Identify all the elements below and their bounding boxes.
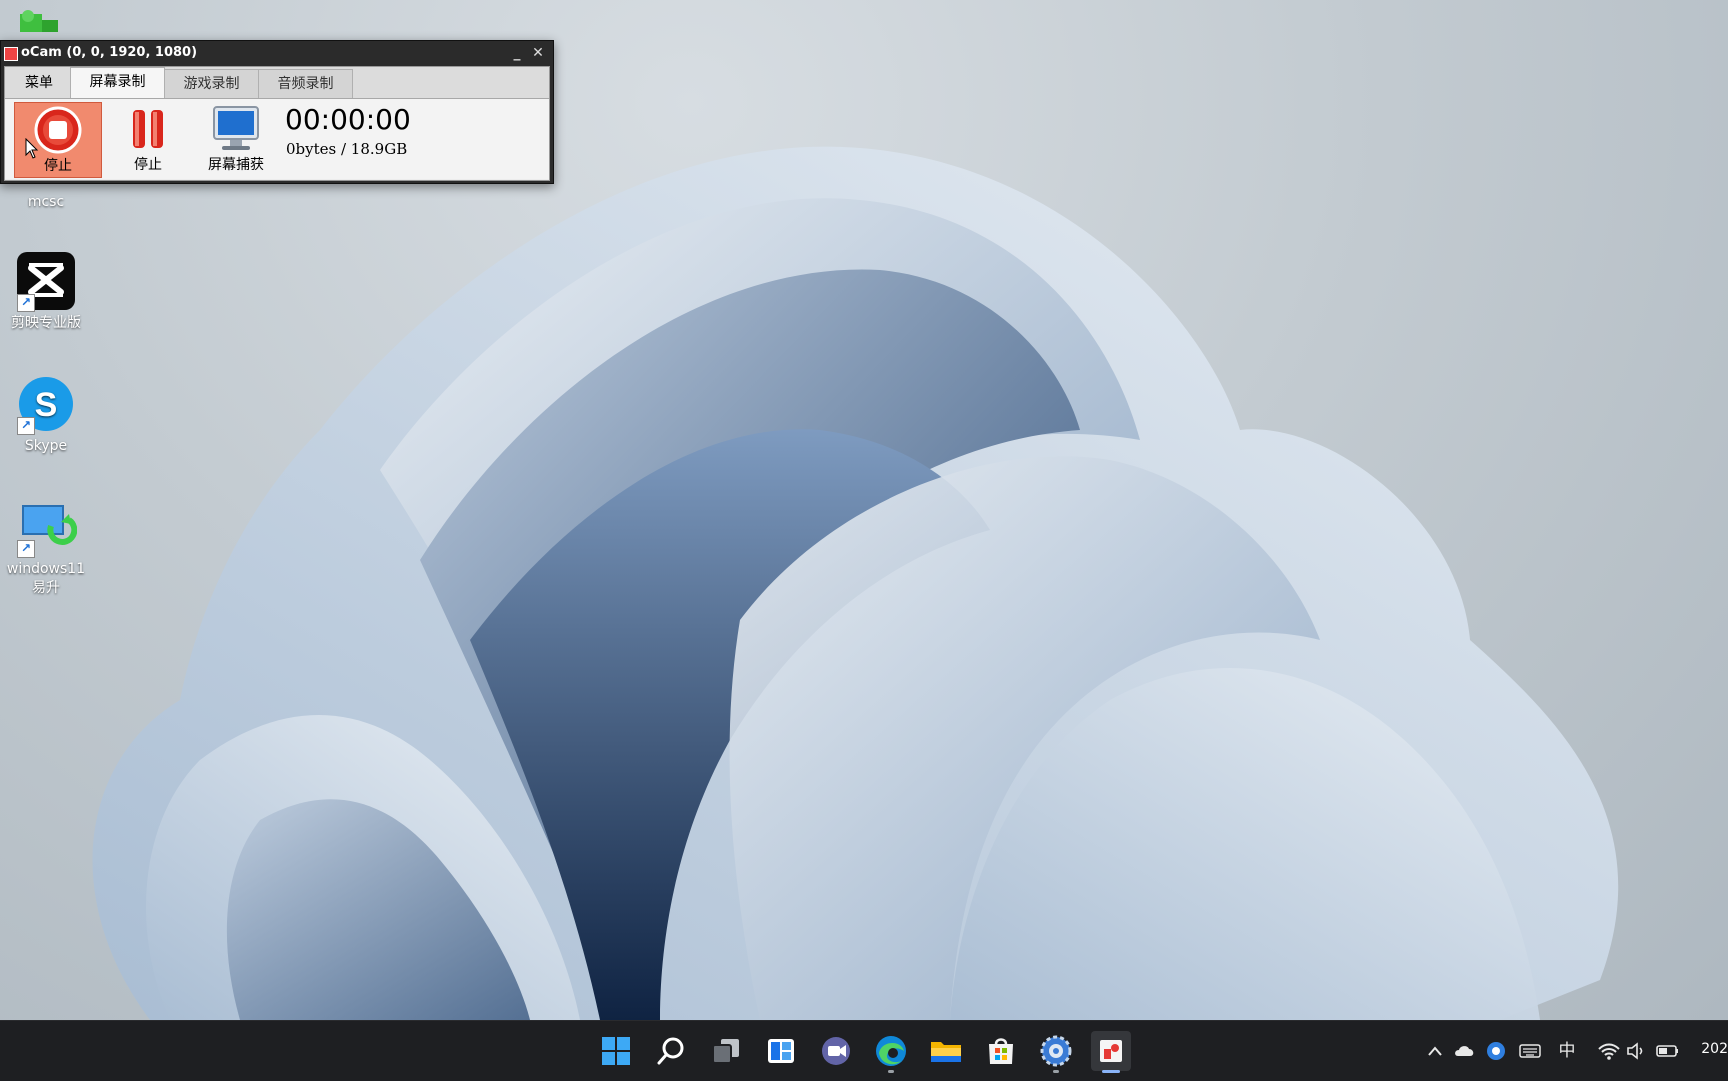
desktop-icon-win11-assistant[interactable]: ↗ windows11 易升: [0, 496, 92, 598]
record-stop-icon: [34, 106, 82, 154]
chat-button[interactable]: [816, 1031, 856, 1071]
network-tray[interactable]: [1597, 1039, 1621, 1063]
task-view-icon: [712, 1039, 739, 1064]
pause-label: 停止: [134, 157, 162, 173]
widgets-button[interactable]: [761, 1031, 801, 1071]
running-indicator: [1053, 1070, 1059, 1073]
start-button[interactable]: [596, 1031, 636, 1071]
recording-size: 0bytes / 18.9GB: [286, 140, 408, 158]
file-explorer-icon: [931, 1042, 961, 1062]
settings-tray[interactable]: [1483, 1039, 1509, 1063]
show-hidden-icons-button[interactable]: [1424, 1039, 1446, 1063]
ime-indicator[interactable]: 中: [1555, 1039, 1579, 1063]
ocam-taskbar-button[interactable]: [1091, 1031, 1131, 1073]
pause-button[interactable]: 停止: [105, 102, 191, 176]
shortcut-arrow-icon: ↗: [17, 294, 35, 312]
keyboard-icon: [1519, 1044, 1541, 1058]
desktop-icon-label: windows11 易升: [6, 561, 86, 596]
settings-icon: [1040, 1035, 1072, 1067]
task-view-button[interactable]: [706, 1031, 746, 1071]
running-indicator: [1102, 1070, 1120, 1073]
running-indicator: [888, 1070, 894, 1073]
svg-text:S: S: [35, 386, 58, 424]
ocam-window: oCam (0, 0, 1920, 1080) _ ✕ 菜单 屏幕录制 游戏录制…: [0, 40, 554, 184]
desktop-icon-jianying[interactable]: ↗ 剪映专业版: [0, 250, 92, 333]
capture-label: 屏幕捕获: [208, 157, 264, 173]
green-app-icon: [20, 10, 58, 32]
tab-game-record[interactable]: 游戏录制: [164, 69, 259, 98]
ocam-icon: [1100, 1040, 1122, 1062]
screen-capture-button[interactable]: 屏幕捕获: [193, 102, 279, 176]
desktop-icon-label: Skype: [24, 438, 68, 454]
tab-audio-record[interactable]: 音频录制: [258, 69, 353, 98]
chat-icon: [822, 1037, 850, 1065]
desktop-icon-partial[interactable]: [16, 6, 64, 34]
store-icon: [989, 1038, 1013, 1064]
battery-icon: [1656, 1045, 1678, 1057]
onedrive-tray[interactable]: [1452, 1039, 1478, 1063]
ocam-app-icon: [4, 47, 18, 61]
shortcut-arrow-icon: ↗: [17, 540, 35, 558]
touch-keyboard-tray[interactable]: [1517, 1039, 1543, 1063]
shortcut-arrow-icon: ↗: [17, 417, 35, 435]
speaker-icon: [1627, 1042, 1643, 1060]
taskbar: 中 202: [0, 1020, 1728, 1081]
edge-icon: [876, 1036, 906, 1066]
desktop-icon-mcsc[interactable]: mcsc: [0, 193, 92, 212]
ocam-titlebar[interactable]: oCam (0, 0, 1920, 1080) _ ✕: [1, 41, 553, 65]
ocam-toolbar: 停止 停止 屏幕捕获 00:00:00 0bytes / 18.9GB: [5, 99, 549, 179]
tab-screen-record[interactable]: 屏幕录制: [70, 67, 165, 98]
file-explorer-button[interactable]: [926, 1031, 966, 1071]
desktop-icon-label: 剪映专业版: [11, 315, 81, 331]
search-icon: [657, 1037, 684, 1065]
desktop-icon-label: mcsc: [27, 194, 65, 210]
start-icon: [602, 1037, 630, 1065]
close-button[interactable]: ✕: [528, 41, 548, 65]
mouse-cursor-icon: [25, 138, 39, 159]
window-title: oCam (0, 0, 1920, 1080): [21, 45, 198, 60]
wifi-icon: [1598, 1043, 1620, 1060]
settings-button[interactable]: [1036, 1031, 1076, 1073]
minimize-button[interactable]: _: [507, 41, 527, 65]
gear-icon: [1487, 1042, 1505, 1060]
edge-button[interactable]: [871, 1031, 911, 1073]
cloud-icon: [1455, 1046, 1474, 1056]
clock-partial[interactable]: 202: [1701, 1041, 1728, 1057]
pause-icon: [133, 110, 163, 148]
widgets-icon: [768, 1039, 794, 1063]
search-button[interactable]: [651, 1031, 691, 1071]
store-button[interactable]: [981, 1031, 1021, 1071]
chevron-up-icon: [1428, 1046, 1442, 1056]
desktop-icon-skype[interactable]: S ↗ Skype: [0, 373, 92, 456]
ocam-body: 菜单 屏幕录制 游戏录制 音频录制 停止 停止 屏幕捕获 00:00:00 0b…: [4, 66, 550, 181]
ocam-tabs: 菜单 屏幕录制 游戏录制 音频录制: [5, 67, 549, 99]
monitor-icon: [213, 106, 259, 150]
recording-timer: 00:00:00: [285, 103, 411, 136]
volume-tray[interactable]: [1625, 1039, 1649, 1063]
battery-tray[interactable]: [1655, 1039, 1681, 1063]
tab-menu[interactable]: 菜单: [9, 69, 69, 97]
